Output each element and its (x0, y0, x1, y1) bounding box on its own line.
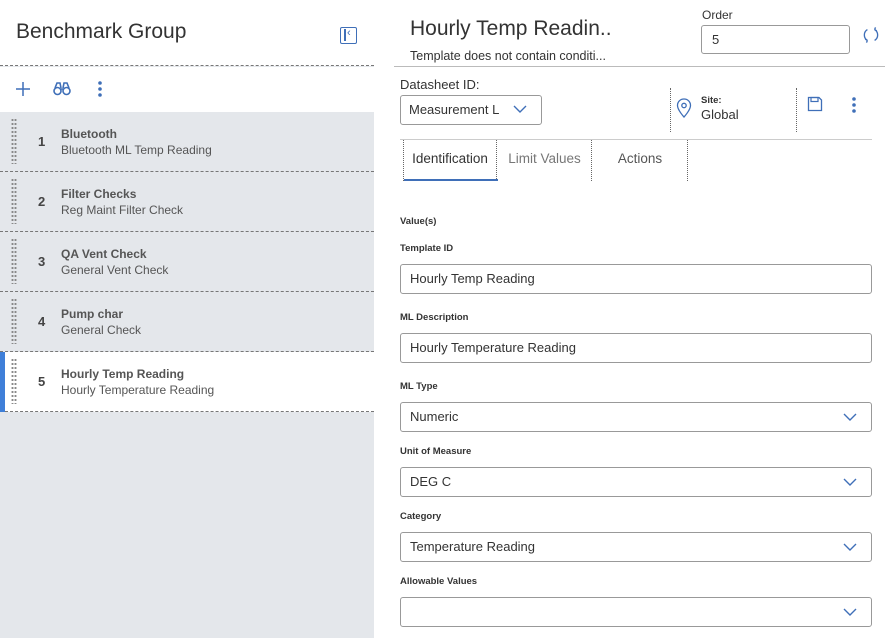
item-subtitle: Bluetooth ML Temp Reading (61, 143, 212, 157)
left-header: Benchmark Group ‹ (0, 0, 374, 66)
datasheet-value: Measurement Lo (409, 102, 499, 117)
item-number: 2 (38, 194, 46, 209)
left-pane: Benchmark Group ‹ 1 Bluetooth Bluetooth … (0, 0, 374, 638)
ml-description-value: Hourly Temperature Reading (410, 340, 576, 355)
chevron-down-icon (843, 478, 857, 486)
template-id-value: Hourly Temp Reading (410, 271, 535, 286)
binoculars-icon[interactable] (50, 77, 74, 101)
template-id-label: Template ID (400, 243, 454, 254)
more-vertical-icon[interactable] (88, 77, 112, 101)
chevron-down-icon (843, 608, 857, 616)
ml-description-label: ML Description (400, 312, 469, 323)
more-vertical-icon[interactable] (848, 96, 860, 114)
chevron-down-icon (843, 543, 857, 551)
group-title: Benchmark Group (16, 20, 187, 43)
item-number: 1 (38, 134, 46, 149)
chevron-down-icon (513, 105, 527, 113)
item-title: Bluetooth (61, 127, 117, 141)
ml-description-input[interactable]: Hourly Temperature Reading (400, 333, 872, 363)
list-item[interactable]: 4 Pump char General Check (0, 292, 374, 352)
site-value: Global (701, 107, 739, 122)
toolbar-divider (796, 88, 797, 132)
template-list: 1 Bluetooth Bluetooth ML Temp Reading 2 … (0, 112, 374, 412)
template-id-input[interactable]: Hourly Temp Reading (400, 264, 872, 294)
datasheet-select[interactable]: Measurement Lo (400, 95, 542, 125)
location-pin-icon (676, 98, 692, 118)
item-number: 3 (38, 254, 46, 269)
drag-handle-icon[interactable] (11, 238, 17, 284)
list-item[interactable]: 3 QA Vent Check General Vent Check (0, 232, 374, 292)
site-label: Site: (701, 95, 722, 106)
allowable-values-select[interactable] (400, 597, 872, 627)
allowable-values-label: Allowable Values (400, 576, 478, 587)
save-icon[interactable] (807, 96, 823, 112)
add-icon[interactable] (11, 77, 35, 101)
drag-handle-icon[interactable] (11, 358, 17, 404)
order-label: Order (702, 8, 733, 22)
header-divider (394, 66, 885, 67)
ml-type-select[interactable]: Numeric (400, 402, 872, 432)
unit-of-measure-value: DEG C (410, 474, 452, 489)
refresh-icon[interactable] (862, 26, 880, 44)
item-subtitle: Reg Maint Filter Check (61, 203, 184, 217)
category-value: Temperature Reading (410, 539, 536, 554)
category-select[interactable]: Temperature Reading (400, 532, 872, 562)
page-title: Hourly Temp Readin.. (410, 17, 612, 40)
unit-of-measure-label: Unit of Measure (400, 446, 472, 457)
item-subtitle: General Check (61, 323, 142, 337)
section-label: Value(s) (400, 216, 437, 227)
drag-handle-icon[interactable] (11, 178, 17, 224)
order-input[interactable] (701, 25, 850, 54)
item-title: Hourly Temp Reading (61, 367, 185, 381)
tab-limit-values[interactable]: Limit Values (498, 140, 592, 181)
collapse-panel-icon[interactable]: ‹ (340, 27, 357, 44)
page-subtitle: Template does not contain conditi... (410, 49, 606, 63)
ml-type-label: ML Type (400, 381, 438, 392)
item-number: 4 (38, 314, 46, 329)
item-title: Pump char (61, 307, 124, 321)
list-item[interactable]: 2 Filter Checks Reg Maint Filter Check (0, 172, 374, 232)
item-title: QA Vent Check (61, 247, 147, 261)
list-toolbar (0, 67, 374, 112)
right-pane: Hourly Temp Readin.. Template does not c… (374, 0, 885, 638)
drag-handle-icon[interactable] (11, 298, 17, 344)
drag-handle-icon[interactable] (11, 118, 17, 164)
item-subtitle: Hourly Temperature Reading (61, 383, 215, 397)
ml-type-value: Numeric (410, 409, 459, 424)
list-item[interactable]: 1 Bluetooth Bluetooth ML Temp Reading (0, 112, 374, 172)
list-item-active[interactable]: 5 Hourly Temp Reading Hourly Temperature… (0, 352, 374, 412)
chevron-down-icon (843, 413, 857, 421)
category-label: Category (400, 511, 442, 522)
item-number: 5 (38, 374, 46, 389)
tab-actions[interactable]: Actions (593, 140, 688, 181)
datasheet-label: Datasheet ID: (400, 77, 480, 92)
toolbar-divider (670, 88, 671, 132)
tab-identification[interactable]: Identification (403, 140, 498, 181)
item-title: Filter Checks (61, 187, 137, 201)
unit-of-measure-select[interactable]: DEG C (400, 467, 872, 497)
item-subtitle: General Vent Check (61, 263, 169, 277)
